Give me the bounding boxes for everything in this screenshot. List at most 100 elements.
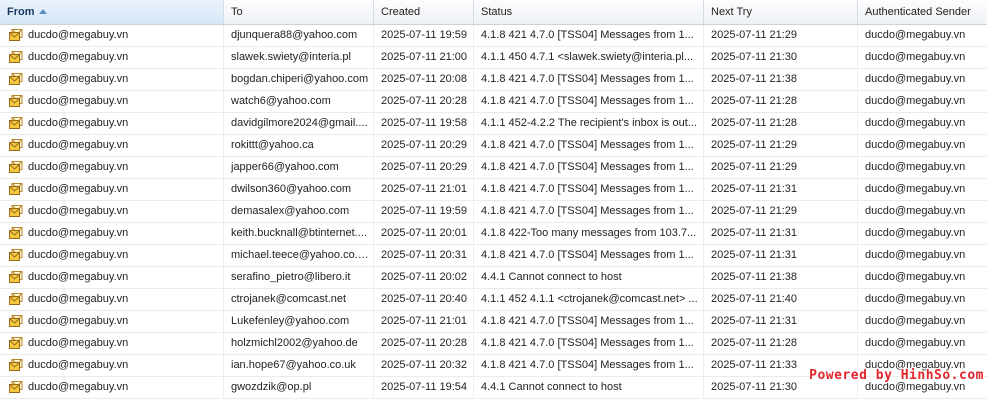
table-row[interactable]: ducdo@megabuy.vn watch6@yahoo.com 2025-07-… [0,91,987,113]
cell-from: ducdo@megabuy.vn [0,69,224,90]
envelope-icon [9,160,23,174]
column-header-next-try[interactable]: Next Try [704,0,858,24]
cell-next-try-text: 2025-07-11 21:31 [711,227,798,239]
cell-next-try-text: 2025-07-11 21:38 [711,73,798,85]
cell-from: ducdo@megabuy.vn [0,311,224,332]
cell-status-text: 4.1.8 421 4.7.0 [TSS04] Messages from 1.… [481,139,694,151]
cell-to-text: demasalex@yahoo.com [231,205,350,217]
column-header-authenticated-sender[interactable]: Authenticated Sender [858,0,987,24]
cell-status: 4.1.8 421 4.7.0 [TSS04] Messages from 1.… [474,201,704,222]
sort-ascending-icon [38,8,47,14]
envelope-icon [9,94,23,108]
cell-from: ducdo@megabuy.vn [0,289,224,310]
table-row[interactable]: ducdo@megabuy.vn djunquera88@yahoo.com 202… [0,25,987,47]
cell-next-try-text: 2025-07-11 21:33 [711,359,798,371]
cell-authenticated-sender: ducdo@megabuy.vn [858,25,987,46]
cell-status: 4.1.8 421 4.7.0 [TSS04] Messages from 1.… [474,69,704,90]
cell-status-text: 4.1.8 421 4.7.0 [TSS04] Messages from 1.… [481,315,694,327]
cell-authenticated-sender-text: ducdo@megabuy.vn [865,139,966,151]
cell-status-text: 4.1.8 421 4.7.0 [TSS04] Messages from 1.… [481,205,694,217]
table-row[interactable]: ducdo@megabuy.vn michael.teece@yahoo.co.n… [0,245,987,267]
envelope-icon [9,226,23,240]
cell-authenticated-sender: ducdo@megabuy.vn [858,69,987,90]
cell-authenticated-sender-text: ducdo@megabuy.vn [865,73,966,85]
cell-from-text: ducdo@megabuy.vn [28,73,129,85]
cell-next-try: 2025-07-11 21:31 [704,311,858,332]
cell-authenticated-sender-text: ducdo@megabuy.vn [865,249,966,261]
cell-status: 4.1.8 421 4.7.0 [TSS04] Messages from 1.… [474,179,704,200]
cell-authenticated-sender: ducdo@megabuy.vn [858,47,987,68]
cell-authenticated-sender-text: ducdo@megabuy.vn [865,161,966,173]
cell-status-text: 4.1.8 421 4.7.0 [TSS04] Messages from 1.… [481,73,694,85]
cell-to-text: davidgilmore2024@gmail.... [231,117,368,129]
envelope-icon [9,270,23,284]
table-row[interactable]: ducdo@megabuy.vn dwilson360@yahoo.com 2025… [0,179,987,201]
cell-from-text: ducdo@megabuy.vn [28,315,129,327]
cell-created-text: 2025-07-11 20:28 [381,337,468,349]
cell-from: ducdo@megabuy.vn [0,201,224,222]
cell-from: ducdo@megabuy.vn [0,91,224,112]
cell-next-try-text: 2025-07-11 21:28 [711,337,798,349]
cell-next-try: 2025-07-11 21:29 [704,25,858,46]
cell-created-text: 2025-07-11 20:08 [381,73,468,85]
table-row[interactable]: ducdo@megabuy.vn demasalex@yahoo.com 2025-… [0,201,987,223]
cell-next-try-text: 2025-07-11 21:28 [711,117,798,129]
cell-authenticated-sender: ducdo@megabuy.vn [858,135,987,156]
envelope-icon [9,314,23,328]
envelope-icon [9,248,23,262]
cell-created-text: 2025-07-11 20:31 [381,249,468,261]
cell-from-text: ducdo@megabuy.vn [28,205,129,217]
cell-authenticated-sender: ducdo@megabuy.vn [858,223,987,244]
cell-next-try-text: 2025-07-11 21:29 [711,139,798,151]
table-row[interactable]: ducdo@megabuy.vn davidgilmore2024@gmail..… [0,113,987,135]
cell-authenticated-sender-text: ducdo@megabuy.vn [865,315,966,327]
cell-to-text: ctrojanek@comcast.net [231,293,347,305]
table-row[interactable]: ducdo@megabuy.vn slawek.swiety@interia.pl… [0,47,987,69]
cell-from-text: ducdo@megabuy.vn [28,139,129,151]
cell-status: 4.1.1 452 4.1.1 <ctrojanek@comcast.net> … [474,289,704,310]
column-header-created-label: Created [381,6,421,18]
cell-from-text: ducdo@megabuy.vn [28,359,129,371]
column-header-created[interactable]: Created [374,0,474,24]
table-row[interactable]: ducdo@megabuy.vn keith.bucknall@btinterne… [0,223,987,245]
cell-authenticated-sender: ducdo@megabuy.vn [858,267,987,288]
cell-to-text: bogdan.chiperi@yahoo.com [231,73,369,85]
cell-authenticated-sender-text: ducdo@megabuy.vn [865,271,966,283]
cell-to: gwozdzik@op.pl [224,377,374,398]
table-row[interactable]: ducdo@megabuy.vn bogdan.chiperi@yahoo.com… [0,69,987,91]
cell-status: 4.1.8 422-Too many messages from 103.7..… [474,223,704,244]
cell-next-try: 2025-07-11 21:31 [704,245,858,266]
cell-authenticated-sender-text: ducdo@megabuy.vn [865,95,966,107]
cell-status-text: 4.1.1 452-4.2.2 The recipient's inbox is… [481,117,697,129]
cell-next-try-text: 2025-07-11 21:31 [711,249,798,261]
table-row[interactable]: ducdo@megabuy.vn ctrojanek@comcast.net 202… [0,289,987,311]
cell-authenticated-sender-text: ducdo@megabuy.vn [865,337,966,349]
cell-status-text: 4.1.1 450 4.7.1 <slawek.swiety@interia.p… [481,51,694,63]
table-row[interactable]: ducdo@megabuy.vn Lukefenley@yahoo.com 2025… [0,311,987,333]
cell-created-text: 2025-07-11 19:59 [381,29,468,41]
cell-created: 2025-07-11 21:00 [374,47,474,68]
cell-from: ducdo@megabuy.vn [0,135,224,156]
cell-from: ducdo@megabuy.vn [0,179,224,200]
cell-status: 4.1.8 421 4.7.0 [TSS04] Messages from 1.… [474,311,704,332]
cell-created: 2025-07-11 20:08 [374,69,474,90]
cell-next-try: 2025-07-11 21:28 [704,113,858,134]
table-row[interactable]: ducdo@megabuy.vn rokittt@yahoo.ca 2025-07-… [0,135,987,157]
cell-status-text: 4.1.8 422-Too many messages from 103.7..… [481,227,697,239]
envelope-icon [9,336,23,350]
cell-authenticated-sender-text: ducdo@megabuy.vn [865,51,966,63]
cell-status-text: 4.1.8 421 4.7.0 [TSS04] Messages from 1.… [481,29,694,41]
cell-created-text: 2025-07-11 21:00 [381,51,468,63]
column-header-to-label: To [231,6,243,18]
cell-to: dwilson360@yahoo.com [224,179,374,200]
envelope-icon [9,138,23,152]
column-header-status[interactable]: Status [474,0,704,24]
table-row[interactable]: ducdo@megabuy.vn japper66@yahoo.com 2025-0… [0,157,987,179]
cell-authenticated-sender-text: ducdo@megabuy.vn [865,29,966,41]
cell-created: 2025-07-11 20:28 [374,333,474,354]
cell-to-text: watch6@yahoo.com [231,95,331,107]
column-header-to[interactable]: To [224,0,374,24]
table-row[interactable]: ducdo@megabuy.vn holzmichl2002@yahoo.de 20… [0,333,987,355]
column-header-from[interactable]: From [0,0,224,24]
table-row[interactable]: ducdo@megabuy.vn serafino_pietro@libero.i… [0,267,987,289]
